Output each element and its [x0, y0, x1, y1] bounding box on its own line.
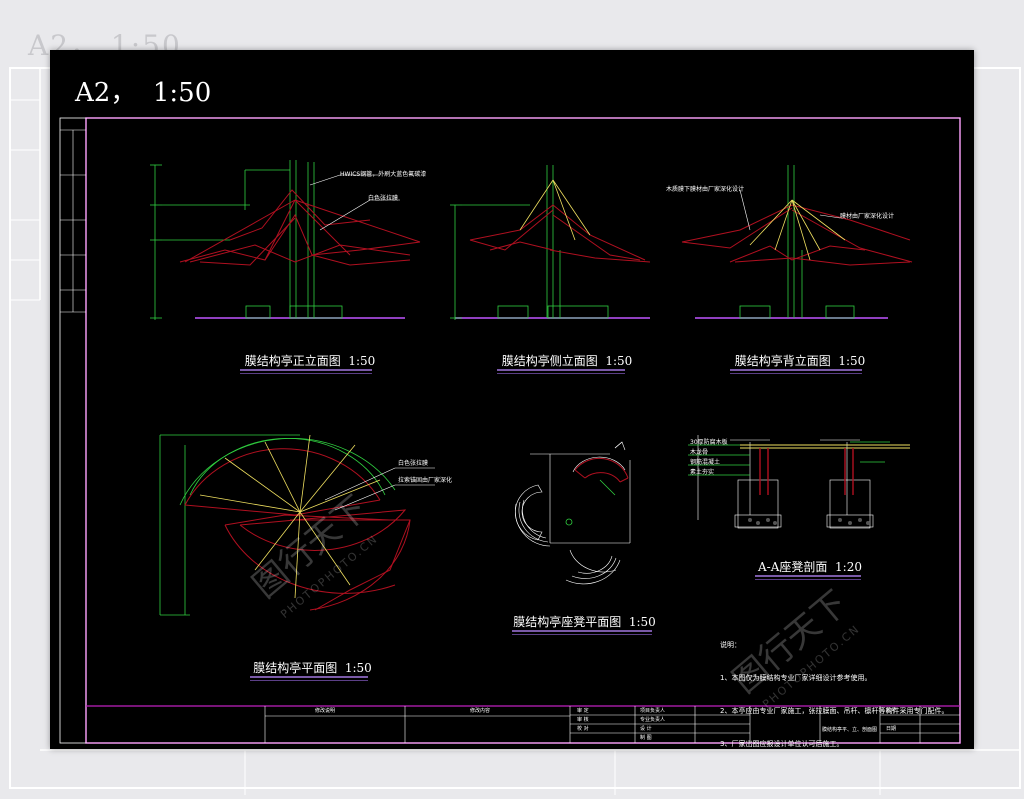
seat-plan-title: 膜结构亭座凳平面图 1:50 — [513, 615, 656, 629]
seat-section-underline — [755, 575, 861, 577]
side-elevation-underline — [497, 369, 625, 371]
title-block-review: 审 核 — [577, 717, 589, 723]
back-annotation-2: 膜材由厂家深化设计 — [840, 213, 895, 220]
title-block-design: 设 计 — [640, 726, 652, 732]
front-annotation-steel: HWICS钢管，外刷大蓝色氟碳漆 — [340, 171, 427, 178]
side-elevation-drawing — [450, 165, 651, 320]
title-block-approve: 审 定 — [577, 708, 589, 714]
front-elevation-drawing — [150, 160, 421, 320]
seat-plan-underline — [512, 630, 652, 632]
sheet-title: A2， 1:50 — [75, 78, 212, 108]
back-elevation-underline-thin — [730, 373, 862, 374]
side-elevation-underline-thin — [497, 373, 625, 374]
title-block-revision-label: 修改说明 — [315, 708, 336, 714]
plan-underline-thin — [250, 680, 368, 681]
side-elevation-title: 膜结构亭侧立面图 1:50 — [501, 354, 633, 368]
title-block-discipline-lead: 专业负责人 — [640, 717, 666, 723]
title-block-project-lead: 项目负责人 — [640, 708, 666, 714]
section-label-1: 30厚防腐木板 — [690, 439, 728, 446]
plan-annotation-membrane: 白色张拉膜 — [398, 460, 429, 467]
title-block-check: 校 对 — [577, 726, 589, 732]
seat-plan-drawing — [514, 441, 631, 585]
front-elevation-title: 膜结构亭正立面图 1:50 — [244, 354, 376, 368]
seat-section-drawing — [688, 435, 910, 529]
section-label-3: 钢筋混凝土 — [690, 459, 721, 466]
back-elevation-title: 膜结构亭背立面图 1:50 — [734, 354, 866, 368]
seat-section-underline-thin — [755, 579, 861, 580]
title-block-draft: 制 图 — [640, 735, 652, 741]
binding-strip — [60, 129, 86, 313]
front-elevation-underline-thin — [240, 373, 372, 374]
cad-drawing-sheet: A2， 1:50 膜结构亭正立面图 1:50 膜结构亭侧立面图 1:50 膜结构… — [50, 50, 974, 749]
section-label-2: 木龙骨 — [690, 449, 709, 456]
back-elevation-underline — [730, 369, 862, 371]
title-block-content-label: 修改内容 — [470, 708, 491, 714]
back-annotation-1: 木质膜下膜材由厂家深化设计 — [666, 186, 745, 193]
seat-plan-underline-thin — [512, 634, 652, 635]
plan-title: 膜结构亭平面图 1:50 — [253, 661, 372, 675]
title-block-drawing-title: 膜结构亭平、立、剖面图 — [822, 727, 878, 733]
plan-underline — [250, 676, 368, 678]
front-elevation-underline — [240, 369, 372, 371]
notes-item: 3、厂家出图应报设计单位认可后施工。 — [720, 740, 844, 748]
plan-annotation-cable: 拉索锚固由厂家深化 — [398, 477, 453, 484]
notes-item: 2、本亭应由专业厂家施工，张拉膜面、吊杆、檩杆等构件采用专门配件。 — [720, 707, 949, 715]
title-block-date: 日期 — [886, 726, 897, 732]
title-block-drawing-no: 图号 — [886, 708, 897, 714]
section-label-4: 素土夯实 — [690, 469, 715, 476]
front-annotation-membrane: 白色张拉膜 — [368, 195, 399, 202]
seat-section-title: A-A座凳剖面 1:20 — [758, 560, 862, 574]
